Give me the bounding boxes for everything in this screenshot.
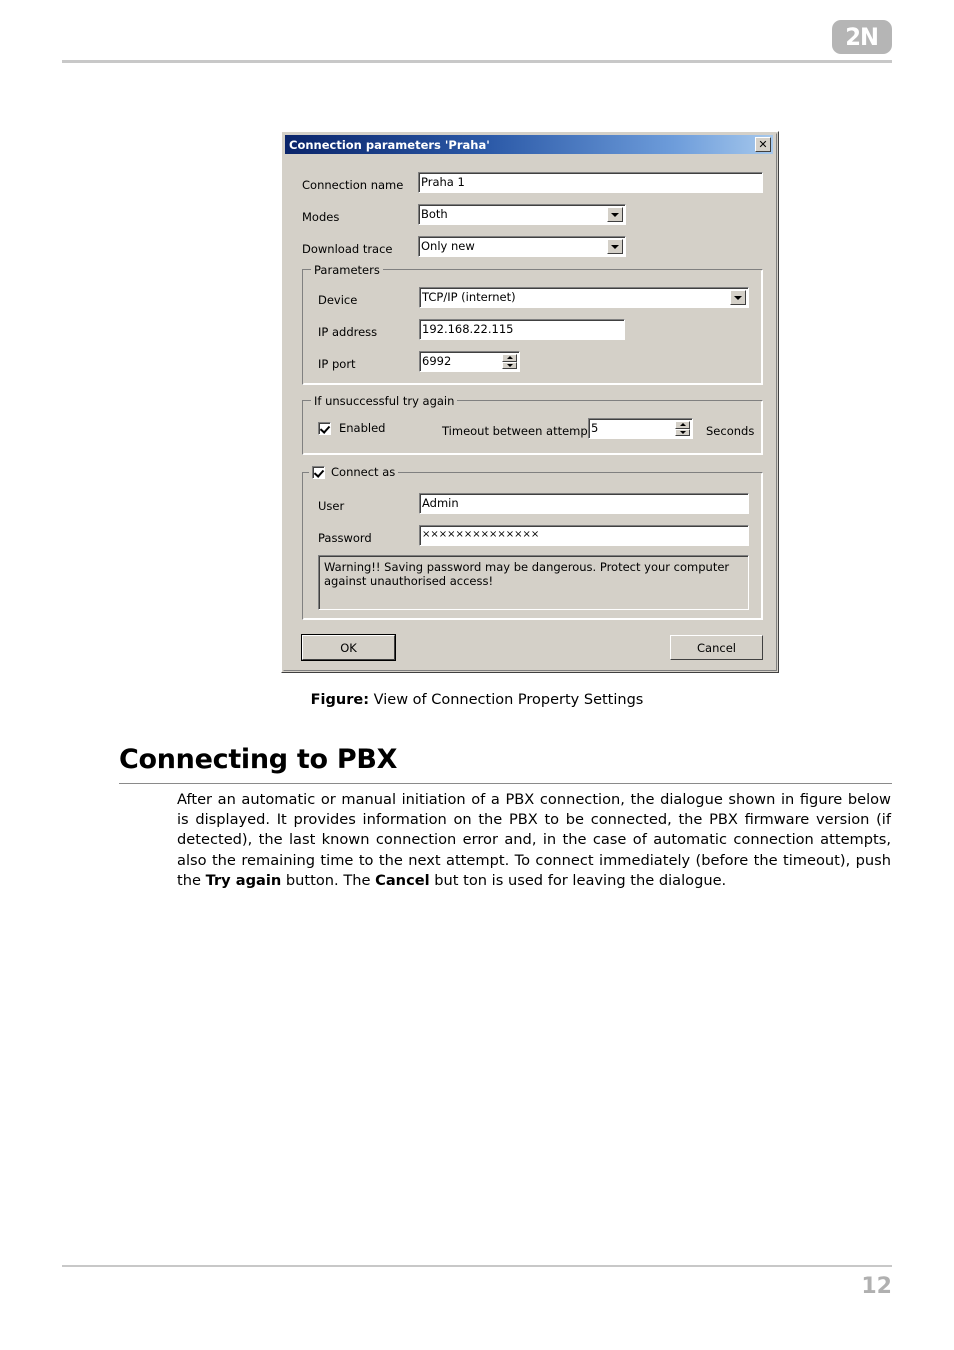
dialog-title: Connection parameters 'Praha' — [289, 137, 490, 152]
figure-label: Figure: — [310, 692, 370, 708]
password-label: Password — [318, 531, 372, 545]
heading-divider — [119, 783, 892, 784]
paragraph-bold-cancel: Cancel — [375, 871, 430, 889]
timeout-label: Timeout between attemp — [442, 424, 588, 438]
download-trace-label: Download trace — [302, 242, 393, 256]
paragraph-bold-try-again: Try again — [205, 871, 282, 889]
connect-as-group: Connect as User Admin Password ×××××××××… — [302, 465, 763, 620]
close-icon[interactable]: ✕ — [755, 137, 771, 152]
retry-enabled-row[interactable]: Enabled — [318, 421, 385, 435]
modes-select[interactable]: Both — [418, 204, 626, 225]
paragraph-text-2: button. The — [281, 871, 376, 889]
connect-as-group-title[interactable]: Connect as — [309, 465, 399, 479]
paragraph-text-3: but ton is used for leaving the dialogue… — [429, 871, 727, 889]
header-divider — [62, 60, 892, 63]
retry-group-title: If unsuccessful try again — [311, 394, 458, 408]
connect-as-checkbox[interactable] — [312, 465, 325, 479]
chevron-down-icon[interactable] — [607, 207, 623, 222]
page-title: Connecting to PBX — [119, 744, 398, 775]
dialog-titlebar: Connection parameters 'Praha' ✕ — [285, 135, 773, 154]
chevron-down-icon[interactable] — [730, 290, 746, 305]
figure-caption: Figure: View of Connection Property Sett… — [0, 692, 954, 708]
modes-label: Modes — [302, 210, 340, 224]
chevron-down-icon[interactable] — [607, 239, 623, 254]
brand-logo-text: 2N — [845, 23, 880, 51]
page-number: 12 — [861, 1274, 892, 1299]
password-input[interactable]: ×××××××××××××× — [419, 525, 749, 546]
body-paragraph: After an automatic or manual initiation … — [177, 790, 891, 891]
stepper-up-icon[interactable] — [675, 421, 690, 429]
stepper-down-icon[interactable] — [502, 361, 517, 369]
seconds-label: Seconds — [706, 424, 755, 438]
user-input[interactable]: Admin — [419, 493, 749, 514]
timeout-stepper[interactable] — [675, 421, 690, 436]
device-select[interactable]: TCP/IP (internet) — [419, 287, 749, 308]
retry-group: If unsuccessful try again Enabled Timeou… — [302, 394, 763, 455]
stepper-up-icon[interactable] — [502, 354, 517, 362]
connection-parameters-dialog: Connection parameters 'Praha' ✕ Connecti… — [281, 131, 779, 673]
retry-enabled-checkbox[interactable] — [318, 421, 331, 435]
user-label: User — [318, 499, 345, 513]
figure-caption-text: View of Connection Property Settings — [369, 692, 644, 708]
connection-name-label: Connection name — [302, 178, 404, 192]
password-warning-text: Warning!! Saving password may be dangero… — [318, 555, 749, 610]
parameters-group: Parameters Device TCP/IP (internet) IP a… — [302, 263, 763, 385]
footer-divider — [62, 1265, 892, 1267]
ip-port-stepper[interactable] — [502, 354, 517, 369]
ok-button[interactable]: OK — [301, 634, 396, 661]
dialog-body: Connection name Praha 1 Modes Both Downl… — [285, 156, 773, 668]
brand-logo-icon: 2N — [832, 20, 892, 54]
connection-name-input[interactable]: Praha 1 — [418, 172, 763, 193]
retry-enabled-label: Enabled — [339, 421, 386, 435]
device-label: Device — [318, 293, 358, 307]
parameters-group-title: Parameters — [311, 263, 383, 277]
ip-port-input[interactable]: 6992 — [419, 351, 520, 372]
stepper-down-icon[interactable] — [675, 428, 690, 436]
cancel-button[interactable]: Cancel — [670, 635, 763, 660]
connect-as-label: Connect as — [331, 465, 396, 479]
ip-address-label: IP address — [318, 325, 378, 339]
ip-port-label: IP port — [318, 357, 356, 371]
download-trace-select[interactable]: Only new — [418, 236, 626, 257]
ip-address-input[interactable]: 192.168.22.115 — [419, 319, 625, 340]
timeout-input[interactable]: 5 — [588, 418, 693, 439]
